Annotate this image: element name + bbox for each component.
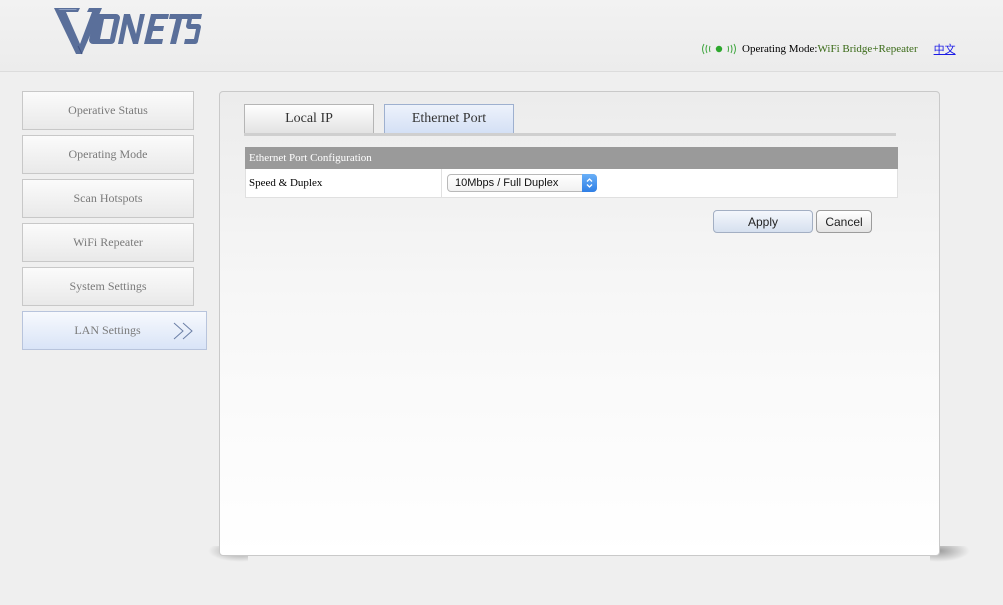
vonets-logo [54,8,202,55]
table-row: Speed & Duplex 10Mbps / Full Duplex [245,169,898,198]
tab-bar: Local IP Ethernet Port [244,104,524,134]
sidebar-item-label: Scan Hotspots [73,191,143,205]
tab-local-ip[interactable]: Local IP [244,104,374,134]
sidebar-item-label: System Settings [69,279,147,293]
sidebar-item-wifi-repeater[interactable]: WiFi Repeater [22,223,194,262]
tab-divider [244,133,896,136]
sidebar-item-lan-settings[interactable]: LAN Settings [22,311,207,350]
speed-duplex-cell: 10Mbps / Full Duplex [442,169,897,197]
sidebar-item-label: Operating Mode [68,147,148,161]
speed-duplex-selected-value: 10Mbps / Full Duplex [455,177,559,189]
content-panel: Local IP Ethernet Port Ethernet Port Con… [219,91,940,556]
sidebar-item-label: Operative Status [68,103,148,117]
speed-duplex-label: Speed & Duplex [246,169,442,197]
ethernet-port-config-table: Ethernet Port Configuration Speed & Dupl… [245,147,898,198]
sidebar-item-scan-hotspots[interactable]: Scan Hotspots [22,179,194,218]
cancel-button[interactable]: Cancel [816,210,872,233]
header: Operating Mode: WiFi Bridge+Repeater 中文 [0,0,1003,72]
operating-mode-label: Operating Mode: [742,43,818,55]
speed-duplex-select[interactable]: 10Mbps / Full Duplex [447,174,597,192]
sidebar-item-operative-status[interactable]: Operative Status [22,91,194,130]
tab-ethernet-port[interactable]: Ethernet Port [384,104,514,134]
sidebar-item-operating-mode[interactable]: Operating Mode [22,135,194,174]
tab-label: Local IP [285,111,333,126]
tab-label: Ethernet Port [411,111,487,126]
sidebar-item-label: LAN Settings [74,323,141,337]
sidebar: Operative Status Operating Mode Scan Hot… [22,91,208,355]
sidebar-item-label: WiFi Repeater [73,235,143,249]
signal-icon [702,43,736,55]
operating-mode-status: Operating Mode: WiFi Bridge+Repeater 中文 [700,40,956,58]
apply-button[interactable]: Apply [713,210,813,233]
language-link[interactable]: 中文 [934,41,956,57]
select-arrows-icon [582,174,597,192]
config-section-title: Ethernet Port Configuration [245,147,898,169]
operating-mode-value: WiFi Bridge+Repeater [817,43,918,55]
double-chevron-right-icon [173,322,193,340]
sidebar-item-system-settings[interactable]: System Settings [22,267,194,306]
